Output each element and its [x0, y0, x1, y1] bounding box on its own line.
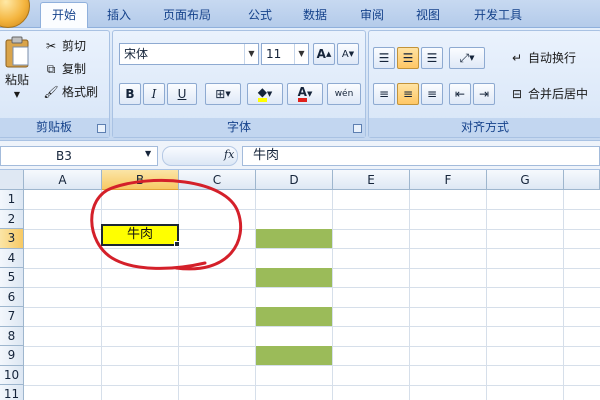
- font-dialog-launcher[interactable]: [353, 124, 362, 133]
- orientation-button[interactable]: ⤢ ▼: [449, 47, 485, 69]
- clipboard-group: 粘贴 ▼ ✂ 剪切 ⧉ 复制 🖌 格式刷 剪贴板: [0, 30, 110, 138]
- chevron-down-icon[interactable]: ▼: [145, 149, 151, 158]
- italic-button[interactable]: I: [143, 83, 165, 105]
- font-size-combo[interactable]: 11 ▼: [261, 43, 309, 65]
- format-painter-label: 格式刷: [62, 85, 99, 99]
- formula-bar: B3 ▼ fx 牛肉: [0, 140, 600, 170]
- bold-button[interactable]: B: [119, 83, 141, 105]
- tab-insert[interactable]: 插入: [107, 6, 131, 23]
- copy-button[interactable]: ⧉ 复制: [43, 60, 86, 77]
- format-painter-button[interactable]: 🖌 格式刷: [43, 83, 98, 100]
- scissors-icon: ✂: [45, 38, 57, 53]
- paste-button[interactable]: 粘贴 ▼: [3, 35, 31, 99]
- tab-formulas[interactable]: 公式: [248, 6, 272, 23]
- grow-font-button[interactable]: A ▲: [313, 43, 335, 65]
- align-center-icon: ≡: [402, 87, 414, 101]
- font-group-title: 字体: [113, 118, 365, 137]
- tab-page-layout[interactable]: 页面布局: [163, 6, 211, 23]
- font-size-value: 11: [266, 47, 282, 61]
- tab-review[interactable]: 审阅: [360, 6, 384, 23]
- clipboard-group-title: 剪贴板: [0, 118, 109, 137]
- align-bottom-icon: ☰: [426, 51, 438, 65]
- alignment-group-title: 对齐方式: [369, 118, 600, 137]
- red-circle-annotation: [90, 179, 243, 271]
- chevron-down-icon: ▼: [294, 44, 308, 64]
- merge-cells-icon: ⊟: [511, 86, 523, 101]
- copy-icon: ⧉: [46, 61, 56, 76]
- decrease-indent-icon: ⇤: [454, 87, 466, 101]
- shrink-font-button[interactable]: A ▼: [337, 43, 359, 65]
- increase-indent-icon: ⇥: [478, 87, 490, 101]
- align-center-button[interactable]: ≡: [397, 83, 419, 105]
- brush-icon: 🖌: [43, 84, 59, 99]
- border-grid-icon: ⊞: [215, 87, 226, 101]
- wrap-text-button[interactable]: ↵ 自动换行: [509, 49, 576, 66]
- paint-bucket-icon: ◆: [257, 86, 267, 102]
- borders-button[interactable]: ⊞ ▼: [205, 83, 241, 105]
- align-top-icon: ☰: [378, 51, 390, 65]
- chevron-down-icon: ▼: [244, 44, 258, 64]
- align-left-icon: ≡: [378, 87, 390, 101]
- phonetic-guide-button[interactable]: wén: [327, 83, 361, 105]
- font-color-glyph: A: [297, 86, 307, 102]
- fill-color-button[interactable]: ◆ ▼: [247, 83, 283, 105]
- merge-center-label: 合并后居中: [528, 87, 589, 101]
- align-middle-icon: ☰: [402, 51, 414, 65]
- align-left-button[interactable]: ≡: [373, 83, 395, 105]
- wrap-text-icon: ↵: [511, 50, 523, 65]
- grow-font-glyph: A: [316, 47, 326, 61]
- font-group: 宋体 ▼ 11 ▼ A ▲ A ▼ B I U ⊞ ▼ ◆ ▼ A ▼ wén 字体: [112, 30, 366, 138]
- align-middle-button[interactable]: ☰: [397, 47, 419, 69]
- copy-label: 复制: [62, 62, 87, 76]
- ribbon: 粘贴 ▼ ✂ 剪切 ⧉ 复制 🖌 格式刷 剪贴板 宋体 ▼ 11 ▼ A ▲ A ▼ B I …: [0, 28, 600, 140]
- align-bottom-button[interactable]: ☰: [421, 47, 443, 69]
- font-name-combo[interactable]: 宋体 ▼: [119, 43, 259, 65]
- shrink-font-glyph: A: [341, 48, 349, 60]
- cut-label: 剪切: [62, 39, 87, 53]
- alignment-group: ☰ ☰ ☰ ⤢ ▼ ≡ ≡ ≡ ⇤ ⇥ ↵ 自动换行 ⊟ 合并后居中 对齐方式: [368, 30, 600, 138]
- align-right-icon: ≡: [426, 87, 438, 101]
- insert-function-icon[interactable]: fx: [224, 148, 234, 161]
- align-right-button[interactable]: ≡: [421, 83, 443, 105]
- clipboard-dialog-launcher[interactable]: [97, 124, 106, 133]
- phonetic-icon: wén: [334, 89, 354, 99]
- ribbon-tab-bar: 开始 插入 页面布局 公式 数据 审阅 视图 开发工具: [0, 0, 600, 29]
- formula-input[interactable]: 牛肉: [242, 146, 600, 166]
- increase-indent-button[interactable]: ⇥: [473, 83, 495, 105]
- align-top-button[interactable]: ☰: [373, 47, 395, 69]
- font-name-value: 宋体: [124, 47, 149, 61]
- name-box[interactable]: B3: [0, 146, 158, 166]
- tab-home[interactable]: 开始: [40, 2, 88, 29]
- decrease-indent-button[interactable]: ⇤: [449, 83, 471, 105]
- tab-view[interactable]: 视图: [416, 6, 440, 23]
- worksheet-grid: A B C D E F G 1 2 3 4 5 6 7 8 9 10 11 牛肉: [0, 170, 600, 400]
- wrap-text-label: 自动换行: [528, 51, 577, 65]
- merge-center-button[interactable]: ⊟ 合并后居中: [509, 85, 588, 102]
- tab-developer[interactable]: 开发工具: [474, 6, 522, 23]
- paste-label: 粘贴: [4, 73, 29, 87]
- cut-button[interactable]: ✂ 剪切: [43, 37, 86, 54]
- underline-button[interactable]: U: [167, 83, 197, 105]
- paste-icon: [5, 36, 29, 68]
- font-color-button[interactable]: A ▼: [287, 83, 323, 105]
- office-button[interactable]: [0, 0, 30, 28]
- tab-data[interactable]: 数据: [303, 6, 327, 23]
- text-orientation-icon: ⤢: [459, 50, 470, 65]
